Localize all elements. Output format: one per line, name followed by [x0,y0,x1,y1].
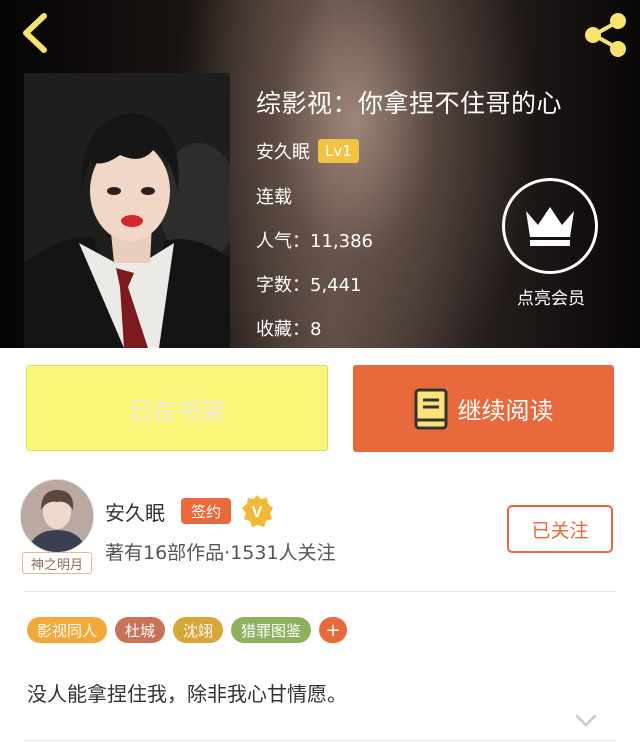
avatar-portrait-illustration [21,480,93,552]
tag[interactable]: 沈翊 [173,617,224,643]
continue-reading-button[interactable]: 继续阅读 [353,365,614,452]
avatar-tag: 神之明月 [22,552,92,574]
book-title: 综影视：你拿捏不住哥的心 [256,89,563,118]
continue-reading-label: 继续阅读 [457,397,554,425]
book-favorites: 收藏：8 [256,319,322,340]
divider [24,740,616,741]
add-tag-button[interactable]: + [319,617,348,643]
author-stats: 著有16部作品·1531人关注 [105,542,336,564]
book-icon [414,388,447,429]
back-arrow-icon [23,13,47,53]
book-popularity: 人气：11,386 [256,231,373,252]
expand-summary-button[interactable] [574,712,598,730]
book-header: 综影视：你拿捏不住哥的心 安久眠 Lv1 连载 人气：11,386 字数：5,4… [0,0,640,348]
book-author-line: 安久眠 Lv1 [256,138,359,164]
book-author[interactable]: 安久眠 [256,138,310,164]
avatar [20,479,94,553]
book-cover[interactable] [24,73,230,348]
author-avatar-wrap[interactable]: 神之明月 [20,479,94,579]
tag[interactable]: 杜城 [115,617,166,643]
vip-label[interactable]: 点亮会员 [498,284,604,309]
book-word-count: 字数：5,441 [256,275,362,296]
v-badge-icon: V [240,494,274,528]
tag-list: 影视同人 杜城 沈翊 猎罪图鉴 + [27,617,348,643]
book-summary: 没人能拿捏住我，除非我心甘情愿。 [27,682,347,706]
vip-button[interactable] [502,178,598,274]
chevron-down-icon [575,714,597,727]
follow-button[interactable]: 已关注 [507,505,613,553]
author-name[interactable]: 安久眠 [105,497,165,526]
crown-icon [526,207,574,246]
share-button[interactable] [580,10,630,60]
signed-badge: 签约 [181,498,231,524]
tag[interactable]: 影视同人 [27,617,108,643]
tag[interactable]: 猎罪图鉴 [231,617,312,643]
book-status: 连载 [256,187,292,208]
level-badge: Lv1 [318,139,359,163]
svg-text:V: V [252,504,263,521]
share-icon [585,13,626,57]
divider [24,591,616,592]
on-shelf-button[interactable]: 已在书架 [26,365,328,451]
back-button[interactable] [14,10,58,56]
cover-portrait-illustration [24,73,230,348]
